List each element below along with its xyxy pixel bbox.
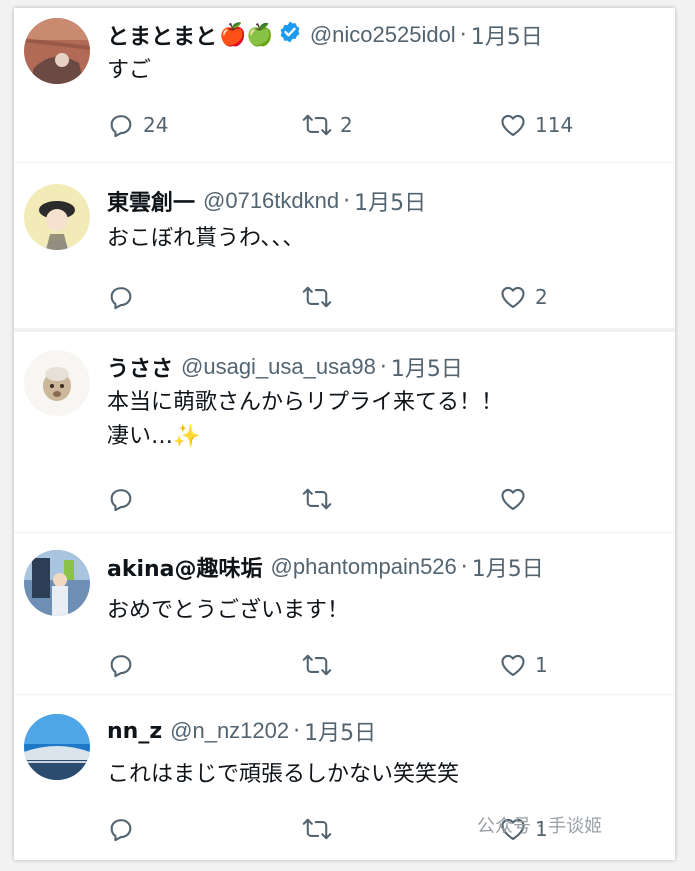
retweet-button[interactable] <box>302 650 340 680</box>
reply-icon <box>110 287 132 310</box>
tweet-date[interactable]: 1月5日 <box>472 551 544 583</box>
heart-icon <box>501 114 525 136</box>
display-name[interactable]: とまとまと <box>107 19 217 51</box>
like-button[interactable]: 1 <box>499 650 548 680</box>
user-handle[interactable]: @nico2525idol <box>310 22 456 48</box>
tweet-text-line: これはまじで頑張るしかない笑笑笑 <box>107 762 460 787</box>
retweet-icon <box>302 114 332 136</box>
tweet[interactable]: akina@趣味垢 @phantompain526 · 1月5日 おめでとうござ… <box>14 528 675 695</box>
watermark: 公众号 · 手谈姬 <box>477 812 602 838</box>
display-name[interactable]: うささ <box>107 351 173 383</box>
display-name[interactable]: nn_z <box>107 719 162 744</box>
like-count: 114 <box>535 113 574 137</box>
heart-icon <box>501 286 525 308</box>
reply-list: とまとまと 🍎🍏 @nico2525idol · 1月5日 すご 24 2 11… <box>14 8 675 860</box>
avatar[interactable] <box>24 550 90 616</box>
like-button[interactable]: 114 <box>499 110 573 140</box>
tweet-text: おめでとうございます！ <box>107 594 349 628</box>
retweet-button[interactable] <box>302 814 340 844</box>
like-count: 1 <box>535 653 548 677</box>
tweet-actions: 24 2 114 <box>107 110 627 140</box>
user-handle[interactable]: @0716tkdknd <box>203 188 339 214</box>
apple-emoji: 🍎🍏 <box>219 22 274 48</box>
reply-icon <box>110 115 132 138</box>
retweet-button[interactable] <box>302 282 340 312</box>
tweet[interactable]: うささ @usagi_usa_usa98 · 1月5日 本当に萌歌さんからリプラ… <box>14 328 675 533</box>
reply-button[interactable] <box>107 650 143 680</box>
like-count: 2 <box>535 285 548 309</box>
separator-dot: · <box>343 188 351 214</box>
tweet-actions: 1 <box>107 650 627 680</box>
user-handle[interactable]: @phantompain526 <box>271 554 457 580</box>
separator-dot: · <box>459 22 467 48</box>
retweet-button[interactable]: 2 <box>302 110 353 140</box>
avatar[interactable] <box>24 350 90 416</box>
tweet-text: 本当に萌歌さんからリプライ来てる！！ 凄い…✨ <box>107 386 503 454</box>
display-name[interactable]: akina@趣味垢 <box>107 551 263 583</box>
tweet-text: これはまじで頑張るしかない笑笑笑 <box>107 758 459 792</box>
tweet-date[interactable]: 1月5日 <box>304 715 376 747</box>
tweet-text: すご <box>107 54 151 88</box>
retweet-icon <box>302 286 332 308</box>
tweet[interactable]: 東雲創一 @0716tkdknd · 1月5日 おこぼれ貰うわ､､､ 2 <box>14 162 675 329</box>
reply-button[interactable] <box>107 814 143 844</box>
tweet[interactable]: とまとまと 🍎🍏 @nico2525idol · 1月5日 すご 24 2 11… <box>14 8 675 163</box>
retweet-icon <box>302 488 332 510</box>
tweet-text-line: 本当に萌歌さんからリプライ来てる！！ <box>107 390 504 415</box>
reply-button[interactable] <box>107 282 143 312</box>
reply-icon <box>110 655 132 678</box>
retweet-icon <box>302 654 332 676</box>
avatar[interactable] <box>24 18 90 84</box>
user-handle[interactable]: @n_nz1202 <box>170 718 289 744</box>
like-button[interactable] <box>499 484 535 514</box>
tweet-date[interactable]: 1月5日 <box>391 351 463 383</box>
tweet-date[interactable]: 1月5日 <box>471 19 543 51</box>
separator-dot: · <box>460 554 468 580</box>
tweet-text-line: おこぼれ貰うわ､､､ <box>107 226 295 251</box>
tweet-text: おこぼれ貰うわ､､､ <box>107 222 294 256</box>
retweet-button[interactable] <box>302 484 340 514</box>
tweet-date[interactable]: 1月5日 <box>354 185 426 217</box>
reply-button[interactable]: 24 <box>107 110 168 140</box>
verified-badge-icon <box>278 20 302 50</box>
reply-count: 24 <box>143 113 169 137</box>
avatar[interactable] <box>24 714 90 780</box>
like-button[interactable]: 2 <box>499 282 548 312</box>
reply-icon <box>110 819 132 842</box>
retweet-icon <box>302 818 332 840</box>
separator-dot: · <box>379 354 387 380</box>
tweet-actions <box>107 484 627 514</box>
tweet-text-line: 凄い…✨ <box>107 424 201 449</box>
retweet-count: 2 <box>340 113 353 137</box>
reply-icon <box>110 489 132 512</box>
watermark-text: 公众号 · 手谈姬 <box>477 816 603 837</box>
display-name[interactable]: 東雲創一 <box>107 185 195 217</box>
avatar[interactable] <box>24 184 90 250</box>
heart-icon <box>501 488 525 510</box>
heart-icon <box>501 654 525 676</box>
separator-dot: · <box>293 718 301 744</box>
tweet-text-line: おめでとうございます！ <box>107 598 350 623</box>
tweet-actions: 2 <box>107 282 627 312</box>
reply-button[interactable] <box>107 484 143 514</box>
user-handle[interactable]: @usagi_usa_usa98 <box>181 354 376 380</box>
tweet-text-line: すご <box>107 58 152 83</box>
